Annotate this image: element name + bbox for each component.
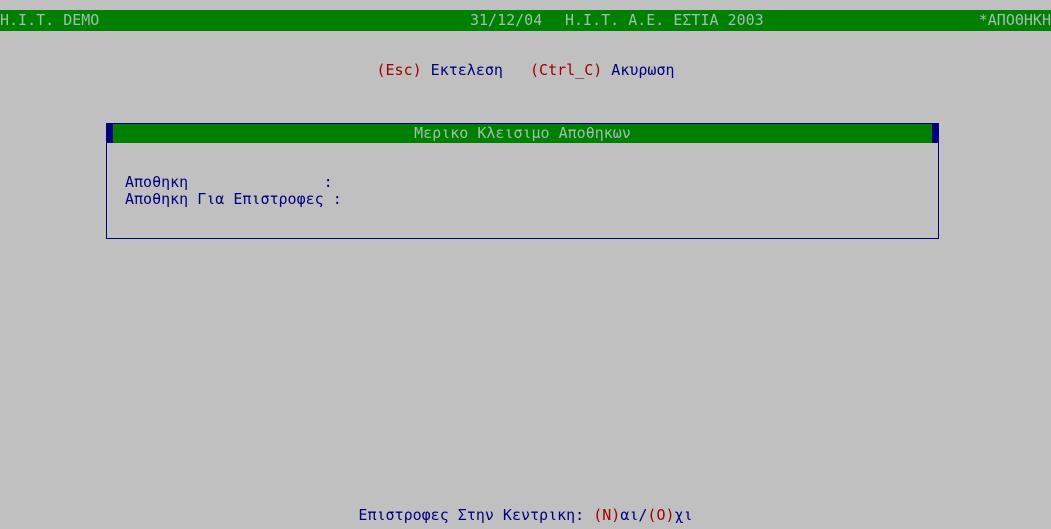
returns-prompt: Επιστροφες Στην Κεντρικη: (N)αι/(O)χι bbox=[0, 504, 1051, 526]
returns-warehouse-label: Αποθηκη Για Επιστροφες : bbox=[125, 190, 342, 208]
execute-label: Εκτελεση bbox=[430, 61, 503, 79]
module-name: *ΑΠΟΘΗΚΗ bbox=[978, 11, 1051, 29]
warehouse-input[interactable] bbox=[342, 172, 642, 187]
panel-title: Μερικο Κλεισιμο Αποθηκων bbox=[107, 124, 938, 143]
prompt-question: Επιστροφες Στην Κεντρικη: bbox=[358, 506, 585, 524]
no-key[interactable]: (O) bbox=[647, 506, 674, 524]
returns-warehouse-input[interactable] bbox=[351, 189, 651, 204]
cancel-label: Ακυρωση bbox=[611, 61, 675, 79]
no-rest: χι bbox=[674, 506, 693, 524]
yes-key[interactable]: (N) bbox=[593, 506, 620, 524]
warehouse-close-panel: Μερικο Κλεισιμο Αποθηκων Αποθηκη : Αποθη… bbox=[106, 123, 939, 239]
system-date: 31/12/04 bbox=[470, 11, 543, 29]
esc-key-hint[interactable]: (Esc) bbox=[376, 61, 421, 79]
yes-rest: αι/ bbox=[620, 506, 648, 524]
returns-warehouse-field-row: Αποθηκη Για Επιστροφες : bbox=[125, 189, 651, 208]
title-bar: H.I.T. DEMO 31/12/04 H.I.T. A.E. ΕΣΤΙΑ 2… bbox=[0, 10, 1051, 31]
company-name: H.I.T. A.E. ΕΣΤΙΑ 2003 bbox=[565, 11, 764, 29]
app-name: H.I.T. DEMO bbox=[0, 11, 100, 29]
ctrl-c-key-hint[interactable]: (Ctrl_C) bbox=[530, 61, 602, 79]
key-hints: (Esc) Εκτελεση (Ctrl_C) Ακυρωση bbox=[0, 60, 1051, 80]
